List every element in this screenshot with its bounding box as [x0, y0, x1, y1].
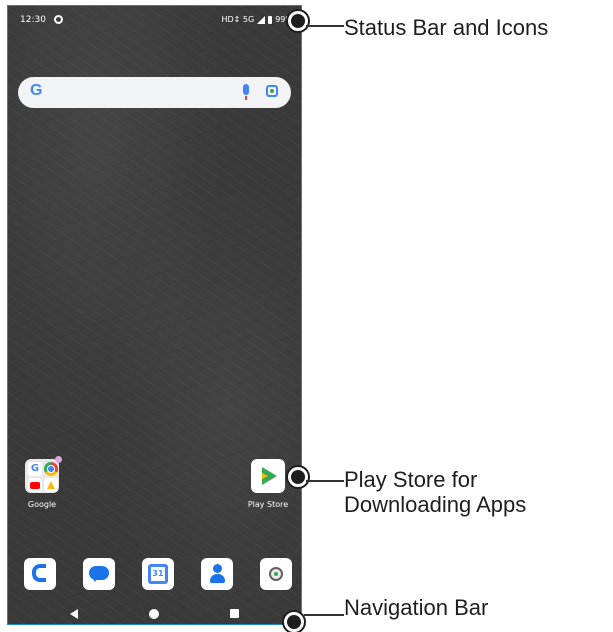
google-search-bar[interactable]: G — [18, 77, 291, 108]
phone-app[interactable] — [24, 558, 56, 590]
calendar-icon: 31 — [148, 564, 168, 584]
contacts-app[interactable] — [201, 558, 233, 590]
play-store-label: Play Store — [247, 500, 289, 509]
status-callout-label: Status Bar and Icons — [344, 15, 549, 40]
camera-app[interactable] — [260, 558, 292, 590]
home-button[interactable] — [149, 609, 159, 619]
play-callout-dot — [288, 467, 308, 487]
chrome-mini-icon — [44, 462, 58, 476]
phone-icon — [32, 564, 46, 582]
status-right-group: HD↕ 5G 99% — [222, 15, 294, 24]
back-button[interactable] — [70, 609, 78, 619]
play-callout-label-line2: Downloading Apps — [344, 492, 527, 517]
messages-app[interactable] — [83, 558, 115, 590]
status-callout-dot — [288, 11, 308, 31]
network-label: HD↕ 5G — [221, 15, 255, 24]
status-callout-line — [306, 25, 344, 27]
play-triangle-icon — [262, 467, 277, 485]
notification-dot-icon — [55, 456, 62, 463]
camera-icon — [269, 567, 283, 581]
youtube-mini-icon — [28, 478, 42, 492]
nav-callout-line — [304, 614, 344, 616]
contacts-icon — [213, 564, 222, 573]
nav-callout-dot — [284, 612, 304, 632]
nav-callout-label: Navigation Bar — [344, 595, 489, 620]
google-logo-icon: G — [30, 82, 43, 99]
drive-mini-icon — [44, 478, 58, 492]
notification-icon — [54, 15, 63, 24]
phone-screen: 12:30 HD↕ 5G 99% G G Google Play Store 3… — [7, 5, 302, 625]
messages-icon — [89, 566, 109, 582]
play-store-icon — [251, 459, 285, 493]
play-callout-line — [306, 480, 344, 482]
lens-icon[interactable] — [266, 85, 278, 97]
signal-icon — [257, 15, 266, 24]
play-store-app[interactable]: Play Store — [238, 459, 298, 509]
navigation-bar — [8, 606, 301, 624]
folder-label: Google — [27, 500, 57, 509]
contacts-body-icon — [210, 574, 225, 583]
app-dock: 31 — [8, 558, 301, 598]
folder-icon: G — [25, 456, 62, 493]
calendar-app[interactable]: 31 — [142, 558, 174, 590]
google-mini-icon: G — [28, 462, 42, 476]
battery-icon — [268, 15, 273, 24]
status-bar: 12:30 HD↕ 5G 99% — [8, 6, 301, 34]
status-time: 12:30 — [20, 15, 46, 25]
google-folder[interactable]: G Google — [12, 456, 72, 509]
mic-icon[interactable] — [243, 84, 249, 100]
play-callout-label-line1: Play Store for — [344, 467, 478, 492]
recents-button[interactable] — [230, 609, 239, 618]
